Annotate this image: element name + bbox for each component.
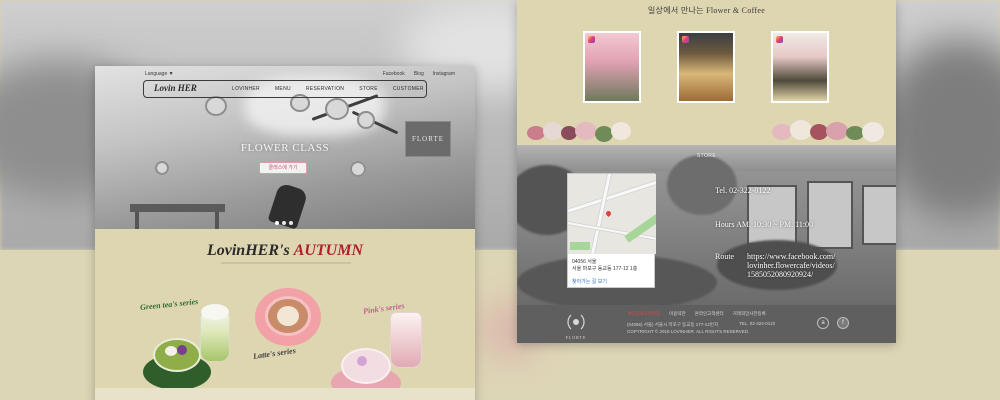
- map-address: 04056 서울 서울 마포구 동교동 177-12 1층: [572, 259, 638, 272]
- class-cta-button[interactable]: 클래스에 가기: [259, 162, 307, 174]
- season-brand: LovinHER's: [206, 242, 290, 259]
- nav-item-reservation[interactable]: RESERVATION: [306, 86, 344, 92]
- season-heading: LovinHER's AUTUMN: [95, 242, 475, 260]
- store-page-mockup: 일상에서 만나는 Flower & Coffee STORE 04056 서울 …: [517, 0, 896, 343]
- flower-decoration-left: [517, 118, 637, 146]
- instagram-icon: [682, 36, 689, 43]
- carousel-dots[interactable]: [275, 221, 293, 225]
- footer-info: (04056) 서울) 서울시 마포구 동교동 177-12번지 COPYRIG…: [627, 322, 750, 334]
- footer-menu: 개인정보처리방침 이용약관 온라인고객센터 거래희망사전등록: [627, 311, 766, 317]
- laurel-icon: [567, 314, 585, 330]
- pink-drink-glass-image: [390, 312, 422, 368]
- facebook-icon[interactable]: f: [837, 317, 849, 329]
- footer-register-link[interactable]: 거래희망사전등록: [733, 311, 766, 317]
- section-title: 일상에서 만나는 Flower & Coffee: [647, 6, 766, 15]
- instagram-icon: [776, 36, 783, 43]
- hero-banner: FLORTE Language ▼ Facebook Blog Instagra…: [95, 66, 475, 229]
- nav-item-store[interactable]: STORE: [359, 86, 378, 92]
- store-hours: Hours AM. 10:30 ~ PM. 11:00: [715, 220, 814, 229]
- footer-terms-link[interactable]: 이용약관: [669, 311, 686, 317]
- footer-privacy-link[interactable]: 개인정보처리방침: [627, 311, 660, 317]
- map-pin-icon: [604, 209, 613, 218]
- flower-decoration-right: [772, 118, 892, 146]
- map-widget[interactable]: 04056 서울 서울 마포구 동교동 177-12 1층 찾아가는 길 보기: [567, 173, 656, 288]
- site-footer: FLORTE 개인정보처리방침 이용약관 온라인고객센터 거래희망사전등록 (0…: [517, 305, 896, 343]
- hero-title: FLOWER CLASS: [240, 142, 330, 154]
- social-a-icon[interactable]: a: [817, 317, 829, 329]
- store-phone: Tel. 02-322-0122: [715, 186, 771, 195]
- footer-logo: FLORTE: [565, 311, 587, 340]
- store-label: STORE: [696, 153, 717, 159]
- nav-item-lovinher[interactable]: LOVINHER: [232, 86, 260, 92]
- main-navigation: Lovin HER LOVINHER MENU RESERVATION STOR…: [143, 80, 427, 98]
- nav-item-menu[interactable]: MENU: [275, 86, 291, 92]
- footer-support-link[interactable]: 온라인고객센터: [695, 311, 724, 317]
- blog-link[interactable]: Blog: [414, 71, 424, 77]
- nav-item-customer[interactable]: CUSTOMER: [393, 86, 424, 92]
- footer-tel: TEL. 02-322-0122: [739, 321, 776, 326]
- map-view[interactable]: [568, 174, 656, 254]
- green-tea-series-label: Green tea's series: [139, 296, 199, 313]
- instagram-icon: [588, 36, 595, 43]
- instagram-photo-1[interactable]: [583, 31, 641, 103]
- instagram-photo-2[interactable]: [677, 31, 735, 103]
- season-word: AUTUMN: [293, 242, 364, 259]
- route-link[interactable]: https://www.facebook.com/ lovinher.flowe…: [747, 252, 835, 279]
- instagram-photo-3[interactable]: [771, 31, 829, 103]
- site-logo[interactable]: Lovin HER: [154, 83, 197, 93]
- homepage-mockup: FLORTE Language ▼ Facebook Blog Instagra…: [95, 66, 475, 400]
- latte-series-label: Latte's series: [252, 346, 297, 361]
- language-selector[interactable]: Language ▼: [145, 71, 174, 77]
- facebook-link[interactable]: Facebook: [383, 71, 405, 77]
- route-label: Route: [715, 252, 735, 261]
- directions-link[interactable]: 찾아가는 길 보기: [572, 278, 607, 285]
- instagram-link[interactable]: Instagram: [433, 71, 455, 77]
